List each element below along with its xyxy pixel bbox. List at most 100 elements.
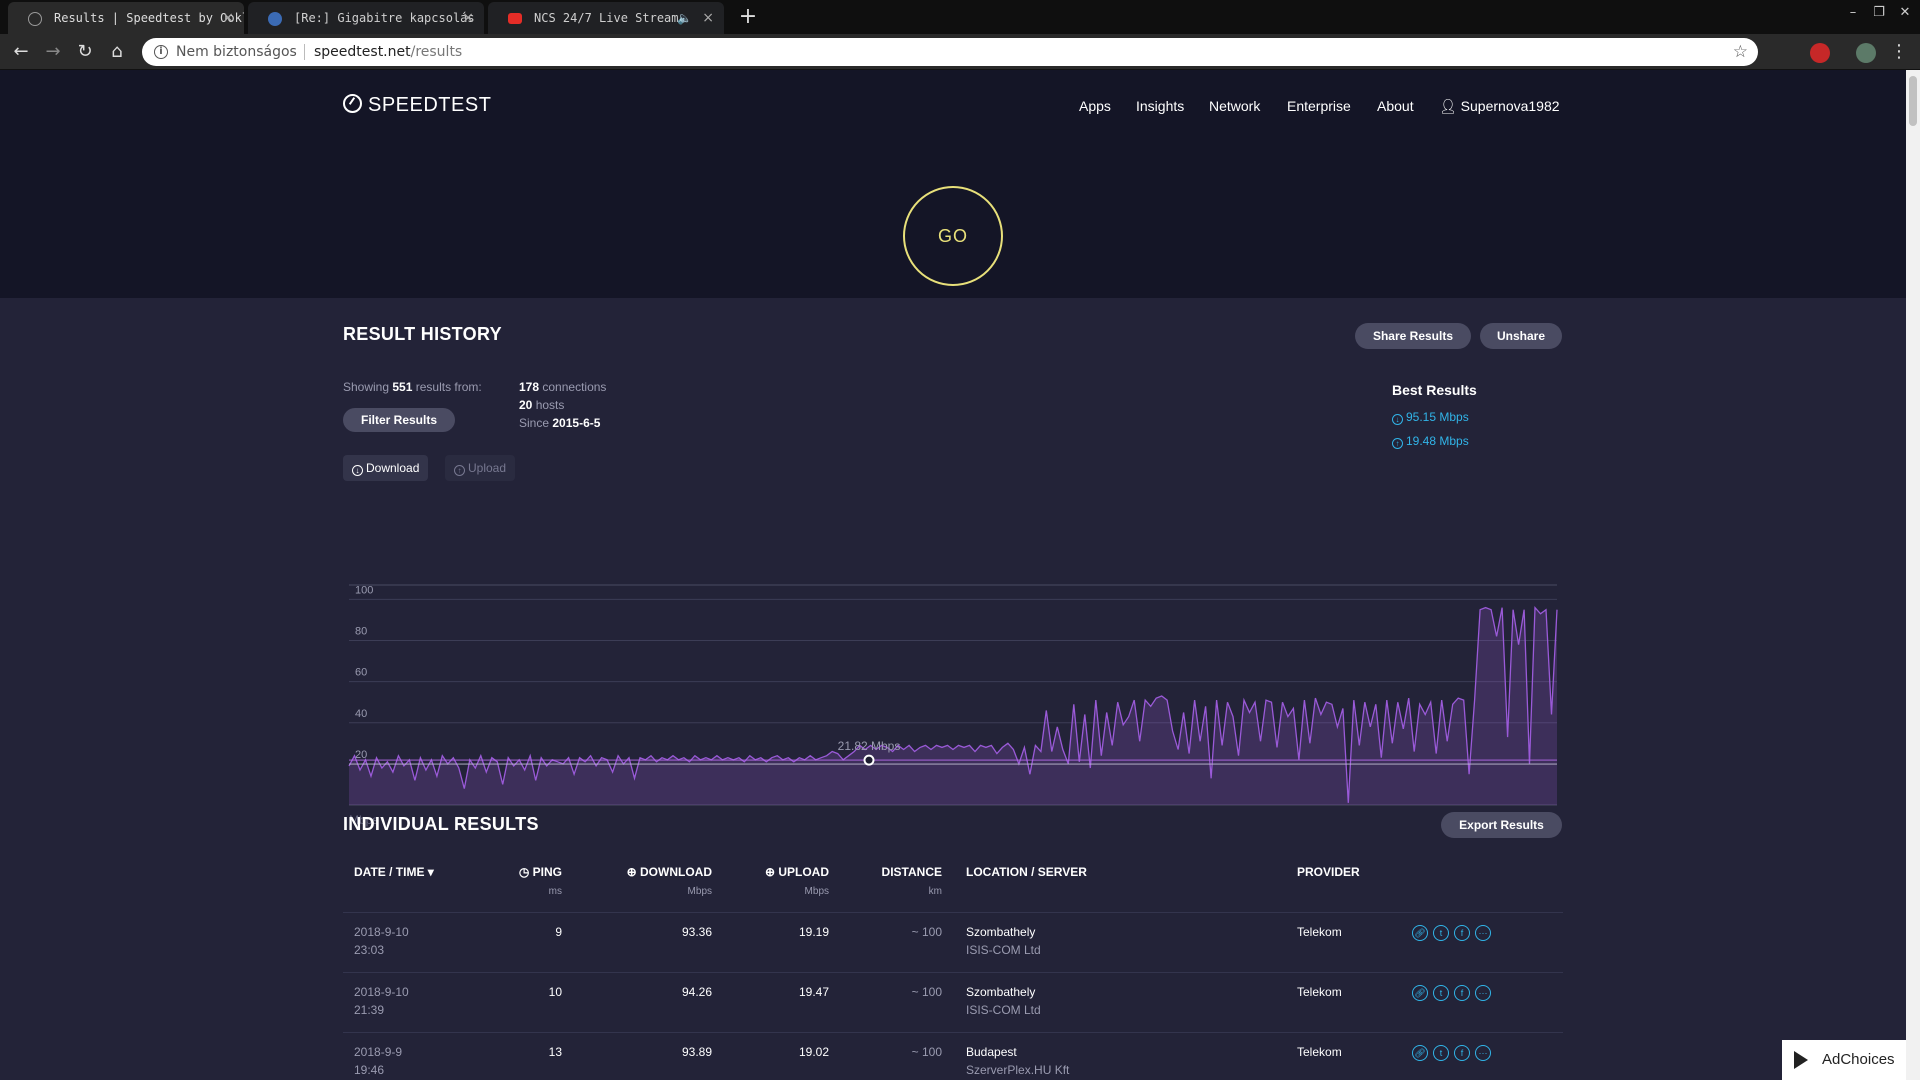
tab-gigabit[interactable]: [Re:] Gigabitre kapcsolás ×	[248, 2, 484, 34]
connections-stat: 178 connections	[519, 380, 607, 394]
row-ping: 13	[548, 1045, 562, 1059]
twitter-icon[interactable]: t	[1433, 1045, 1449, 1061]
header-ping[interactable]: ◷ PING	[516, 865, 562, 879]
row-datetime[interactable]: 2018-9-10 23:03	[354, 923, 409, 959]
row-datetime[interactable]: 2018-9-9 19:46	[354, 1043, 402, 1079]
facebook-icon[interactable]: f	[1454, 985, 1470, 1001]
row-provider: Telekom	[1297, 925, 1342, 939]
header-distance[interactable]: DISTANCE	[850, 865, 942, 879]
row-divider	[343, 972, 1563, 973]
reload-icon[interactable]: ↻	[72, 40, 98, 64]
speedometer-icon	[343, 94, 362, 113]
tab-title: Results | Speedtest by Ookla	[54, 11, 244, 25]
nav-apps[interactable]: Apps	[1079, 98, 1111, 114]
close-tab-icon[interactable]: ×	[702, 2, 714, 34]
go-button[interactable]: GO	[903, 186, 1003, 286]
extension-adblock-icon[interactable]	[1810, 43, 1830, 63]
address-bar[interactable]: i Nem biztonságos speedtest.net/results …	[142, 38, 1758, 66]
more-icon[interactable]: ···	[1475, 925, 1491, 941]
security-indicator[interactable]: Nem biztonságos	[176, 38, 297, 66]
row-upload: 19.02	[798, 1045, 829, 1059]
back-icon[interactable]: ←	[8, 40, 34, 64]
speedtest-favicon-icon	[28, 12, 42, 26]
close-tab-icon[interactable]: ×	[222, 2, 234, 34]
close-tab-icon[interactable]: ×	[462, 2, 474, 34]
facebook-icon[interactable]: f	[1454, 1045, 1470, 1061]
row-location: Szombathely ISIS-COM Ltd	[966, 985, 1041, 1017]
ping-icon: ◷	[518, 865, 533, 879]
row-download: 93.89	[681, 1045, 712, 1059]
bookmark-star-icon[interactable]: ☆	[1733, 38, 1748, 66]
tab-speedtest[interactable]: Results | Speedtest by Ookla ×	[8, 2, 244, 34]
twitter-icon[interactable]: t	[1433, 985, 1449, 1001]
best-results-title: Best Results	[1392, 382, 1477, 398]
row-provider: Telekom	[1297, 985, 1342, 999]
row-download: 93.36	[681, 925, 712, 939]
row-datetime[interactable]: 2018-9-10 21:39	[354, 983, 409, 1019]
link-icon[interactable]: 🔗︎	[1412, 1045, 1428, 1061]
header-location[interactable]: LOCATION / SERVER	[966, 865, 1087, 879]
youtube-favicon-icon	[508, 13, 522, 24]
link-icon[interactable]: 🔗︎	[1412, 925, 1428, 941]
facebook-icon[interactable]: f	[1454, 925, 1470, 941]
adchoices-button[interactable]: AdChoices	[1782, 1040, 1906, 1080]
hover-marker	[863, 754, 875, 766]
tab-download[interactable]: ↓ Download	[343, 455, 429, 481]
row-download: 94.26	[681, 985, 712, 999]
ping-unit: ms	[548, 886, 562, 897]
user-icon: 👤︎	[1439, 98, 1461, 114]
page-scrollbar[interactable]	[1906, 70, 1920, 1080]
twitter-icon[interactable]: t	[1433, 925, 1449, 941]
row-ping: 10	[548, 985, 562, 999]
minimize-button[interactable]: –	[1840, 2, 1866, 24]
tab-ncs-stream[interactable]: NCS 24/7 Live Stream 🔈 ×	[488, 2, 724, 34]
nav-enterprise[interactable]: Enterprise	[1287, 98, 1351, 114]
distance-unit: km	[928, 886, 942, 897]
nav-user[interactable]: 👤︎ Supernova1982	[1439, 98, 1560, 115]
export-results-button[interactable]: Export Results	[1441, 812, 1562, 838]
download-icon: ⊕	[626, 865, 640, 879]
new-tab-button[interactable]: +	[734, 4, 762, 30]
header-hero: SPEEDTEST Apps Insights Network Enterpri…	[0, 70, 1906, 298]
divider	[304, 44, 305, 60]
browser-menu-icon[interactable]: ⋮	[1886, 40, 1912, 64]
header-date[interactable]: DATE / TIME ▾	[354, 865, 434, 879]
download-icon: ↓	[352, 465, 363, 476]
download-icon: ↓	[1392, 414, 1403, 425]
result-history-title: RESULT HISTORY	[343, 324, 502, 344]
profile-avatar[interactable]	[1856, 43, 1876, 63]
tab-upload[interactable]: ↑ Upload	[445, 455, 516, 481]
audio-playing-icon[interactable]: 🔈	[677, 2, 692, 34]
row-provider: Telekom	[1297, 1045, 1342, 1059]
more-icon[interactable]: ···	[1475, 1045, 1491, 1061]
hosts-stat: 20 hosts	[519, 398, 565, 412]
scrollbar-thumb[interactable]	[1909, 76, 1917, 126]
forward-icon[interactable]: →	[40, 40, 66, 64]
nav-about[interactable]: About	[1377, 98, 1414, 114]
nav-network[interactable]: Network	[1209, 98, 1260, 114]
speedtest-page: SPEEDTEST Apps Insights Network Enterpri…	[0, 70, 1906, 1080]
upload-icon: ↑	[1392, 438, 1403, 449]
download-history-chart[interactable]: 2040608010021.82 MbpsMbpsUS avg download…	[343, 515, 1563, 835]
upload-unit: Mbps	[804, 886, 829, 897]
header-provider[interactable]: PROVIDER	[1297, 865, 1360, 879]
speedtest-logo[interactable]: SPEEDTEST	[343, 94, 491, 117]
nav-insights[interactable]: Insights	[1136, 98, 1184, 114]
url-text[interactable]: speedtest.net/results	[314, 38, 462, 66]
more-icon[interactable]: ···	[1475, 985, 1491, 1001]
share-results-button[interactable]: Share Results	[1355, 323, 1471, 349]
home-icon[interactable]: ⌂	[104, 40, 130, 64]
link-icon[interactable]: 🔗︎	[1412, 985, 1428, 1001]
info-icon[interactable]: i	[154, 45, 168, 59]
best-upload: ↑ 19.48 Mbps	[1392, 434, 1469, 449]
close-window-button[interactable]: ✕	[1892, 2, 1918, 24]
filter-results-button[interactable]: Filter Results	[343, 408, 455, 432]
header-upload[interactable]: ⊕ UPLOAD	[740, 865, 829, 879]
table-divider	[343, 912, 1563, 913]
unshare-button[interactable]: Unshare	[1480, 323, 1562, 349]
upload-icon: ⊕	[764, 865, 779, 879]
forum-favicon-icon	[268, 12, 282, 26]
restore-button[interactable]: ❐	[1866, 2, 1892, 24]
header-download[interactable]: ⊕ DOWNLOAD	[600, 865, 712, 879]
row-distance: ~ 100	[911, 985, 942, 999]
